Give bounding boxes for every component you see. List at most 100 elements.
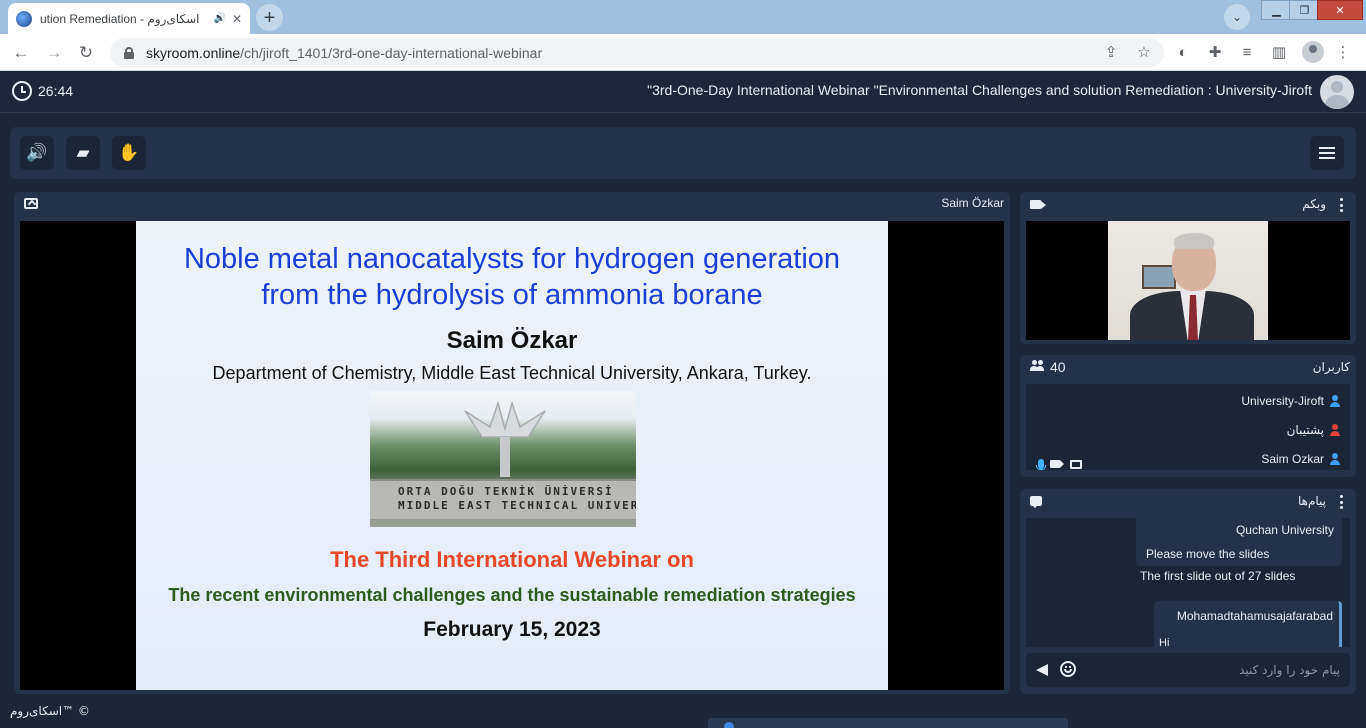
user-person-icon — [1330, 424, 1340, 436]
webcam-options-icon[interactable] — [1340, 198, 1344, 212]
window-close-button[interactable]: ✕ — [1317, 0, 1363, 20]
tab-search-chevron-icon[interactable]: ⌄ — [1224, 4, 1250, 30]
university-photo: ORTA DOĞU TEKNİK ÜNİVERSİ MIDDLE EAST TE… — [370, 391, 636, 527]
timer-value: 26:44 — [38, 83, 74, 99]
chat-input-bar — [1026, 653, 1350, 687]
sign-line-turkish: ORTA DOĞU TEKNİK ÜNİVERSİ — [398, 485, 614, 498]
presentation-stage: Noble metal nanocatalysts for hydrogen g… — [20, 221, 1004, 690]
window-maximize-button[interactable]: ❐ — [1289, 0, 1320, 20]
chat-options-icon[interactable] — [1340, 495, 1344, 509]
send-icon[interactable] — [1036, 664, 1048, 676]
university-sign: ORTA DOĞU TEKNİK ÜNİVERSİ MIDDLE EAST TE… — [370, 479, 636, 519]
users-list: University-Jiroft پشتیبان Saim Ozkar — [1026, 384, 1350, 470]
extensions-puzzle-icon[interactable]: ✚ — [1205, 42, 1225, 62]
hand-icon: ✋ — [118, 143, 140, 162]
webcam-panel: وبکم — [1020, 192, 1356, 344]
user-person-icon — [1330, 395, 1340, 407]
user-avatar[interactable] — [1320, 75, 1354, 109]
message-text: Hi — [1159, 637, 1170, 647]
room-header: 26:44 "3rd-One-Day International Webinar… — [0, 71, 1366, 113]
bookmark-star-icon[interactable]: ☆ — [1134, 42, 1154, 62]
tab-title: ution Remediation - اسکای‌روم — [40, 11, 200, 26]
slide-title-line2: from the hydrolysis of ammonia borane — [261, 279, 763, 311]
webcam-title: وبکم — [1302, 197, 1326, 211]
screen-share-icon[interactable] — [24, 198, 38, 209]
url-field[interactable]: skyroom.online/ch/jiroft_1401/3rd-one-da… — [110, 38, 1164, 67]
new-tab-button[interactable]: + — [256, 4, 283, 31]
bottom-notification-strip — [708, 718, 1068, 728]
skyroom-favicon-icon — [16, 10, 32, 27]
webcam-stage — [1026, 221, 1350, 340]
slide-title-line1: Noble metal nanocatalysts for hydrogen g… — [183, 243, 841, 275]
reload-icon[interactable]: ↻ — [75, 42, 97, 64]
url-host: skyroom.online — [146, 44, 241, 61]
message-sender: Quchan University — [1235, 523, 1334, 537]
users-count: 40 — [1030, 359, 1066, 375]
message-text: Please move the slides — [1146, 547, 1270, 561]
window-minimize-button[interactable]: ▁ — [1261, 0, 1292, 20]
browser-tab[interactable]: ution Remediation - اسکای‌روم 🔊 ✕ — [8, 3, 250, 34]
tab-close-icon[interactable]: ✕ — [232, 12, 242, 26]
users-panel: 40 کاربران University-Jiroft پشتیبان Sai… — [1020, 355, 1356, 477]
slide: Noble metal nanocatalysts for hydrogen g… — [136, 221, 888, 690]
speaker-icon: 🔊 — [26, 143, 48, 162]
slide-department: Department of Chemistry, Middle East Tec… — [212, 363, 812, 383]
hamburger-menu-button[interactable] — [1310, 136, 1344, 170]
media-queue-icon[interactable]: ≡ — [1237, 42, 1257, 62]
room-title: "3rd-One-Day International Webinar "Envi… — [647, 82, 1312, 98]
back-arrow-icon[interactable]: ← — [10, 42, 32, 64]
slide-title: Noble metal nanocatalysts for hydrogen g… — [136, 241, 888, 313]
chat-messages[interactable]: Quchan University Please move the slides… — [1026, 518, 1350, 647]
slide-topic: The recent environmental challenges and … — [168, 585, 856, 605]
chat-message: Quchan University Please move the slides — [1136, 518, 1342, 566]
sculpture-icon — [464, 400, 546, 477]
screen-share-icon — [1070, 459, 1082, 469]
users-icon — [1030, 359, 1044, 374]
skyroom-brand: اسکای‌روم™ © — [10, 704, 90, 718]
chat-title: پیام‌ها — [1297, 494, 1326, 508]
emoji-icon[interactable] — [1060, 661, 1076, 677]
speaker-button[interactable]: 🔊 — [20, 136, 54, 170]
chat-message: Mohamadtahamusajafarabad Hi — [1154, 601, 1342, 647]
slide-webinar-title: The Third International Webinar on — [330, 547, 694, 572]
lock-icon[interactable] — [124, 46, 134, 59]
clock-icon — [12, 81, 32, 101]
briefcase-icon: ▰ — [76, 143, 90, 162]
chat-icon — [1030, 496, 1042, 508]
message-sender: Mohamadtahamusajafarabad — [1176, 609, 1333, 623]
session-timer: 26:44 — [12, 81, 73, 101]
browser-tab-bar: ution Remediation - اسکای‌روم 🔊 ✕ + ⌄ ▁ … — [0, 0, 1366, 34]
tab-audio-icon[interactable]: 🔊 — [213, 13, 225, 24]
user-item[interactable]: Saim Ozkar — [1261, 452, 1340, 466]
message-text: The first slide out of 27 slides — [1140, 569, 1296, 583]
video-icon — [1050, 460, 1064, 468]
chat-panel: پیام‌ها Quchan University Please move th… — [1020, 489, 1356, 694]
microphone-icon — [1036, 459, 1046, 470]
profile-avatar-icon[interactable] — [1302, 41, 1324, 63]
slide-author: Saim Özkar — [446, 327, 578, 354]
user-name: پشتیبان — [1286, 423, 1324, 437]
presenter-name: Saim Özkar — [941, 196, 1004, 210]
extension-c-icon[interactable]: ◐ — [1173, 42, 1193, 62]
board-button[interactable]: ▰ — [66, 136, 100, 170]
user-item[interactable]: پشتیبان — [1287, 423, 1340, 437]
slide-date: February 15, 2023 — [423, 618, 601, 641]
users-panel-header: 40 کاربران — [1020, 355, 1356, 379]
share-icon[interactable]: ⇪ — [1101, 42, 1121, 62]
user-name: University-Jiroft — [1241, 394, 1324, 408]
forward-arrow-icon[interactable]: → — [43, 42, 65, 64]
presentation-panel: Saim Özkar Noble metal nanocatalysts for… — [14, 192, 1010, 694]
webcam-video — [1108, 221, 1268, 340]
users-title: کاربران — [1312, 360, 1350, 374]
raise-hand-button[interactable]: ✋ — [112, 136, 146, 170]
user-item[interactable]: University-Jiroft — [1241, 394, 1340, 408]
user-name: Saim Ozkar — [1261, 452, 1324, 466]
webcam-panel-header: وبکم — [1020, 192, 1356, 216]
browser-address-bar: ← → ↻ skyroom.online/ch/jiroft_1401/3rd-… — [0, 34, 1366, 71]
chat-input[interactable] — [1120, 661, 1340, 679]
browser-menu-icon[interactable]: ⋮ — [1333, 42, 1353, 62]
user-media-status — [1036, 459, 1082, 470]
camera-icon[interactable] — [1030, 200, 1041, 209]
chat-panel-header: پیام‌ها — [1020, 489, 1356, 513]
side-panel-icon[interactable]: ▥ — [1269, 42, 1289, 62]
